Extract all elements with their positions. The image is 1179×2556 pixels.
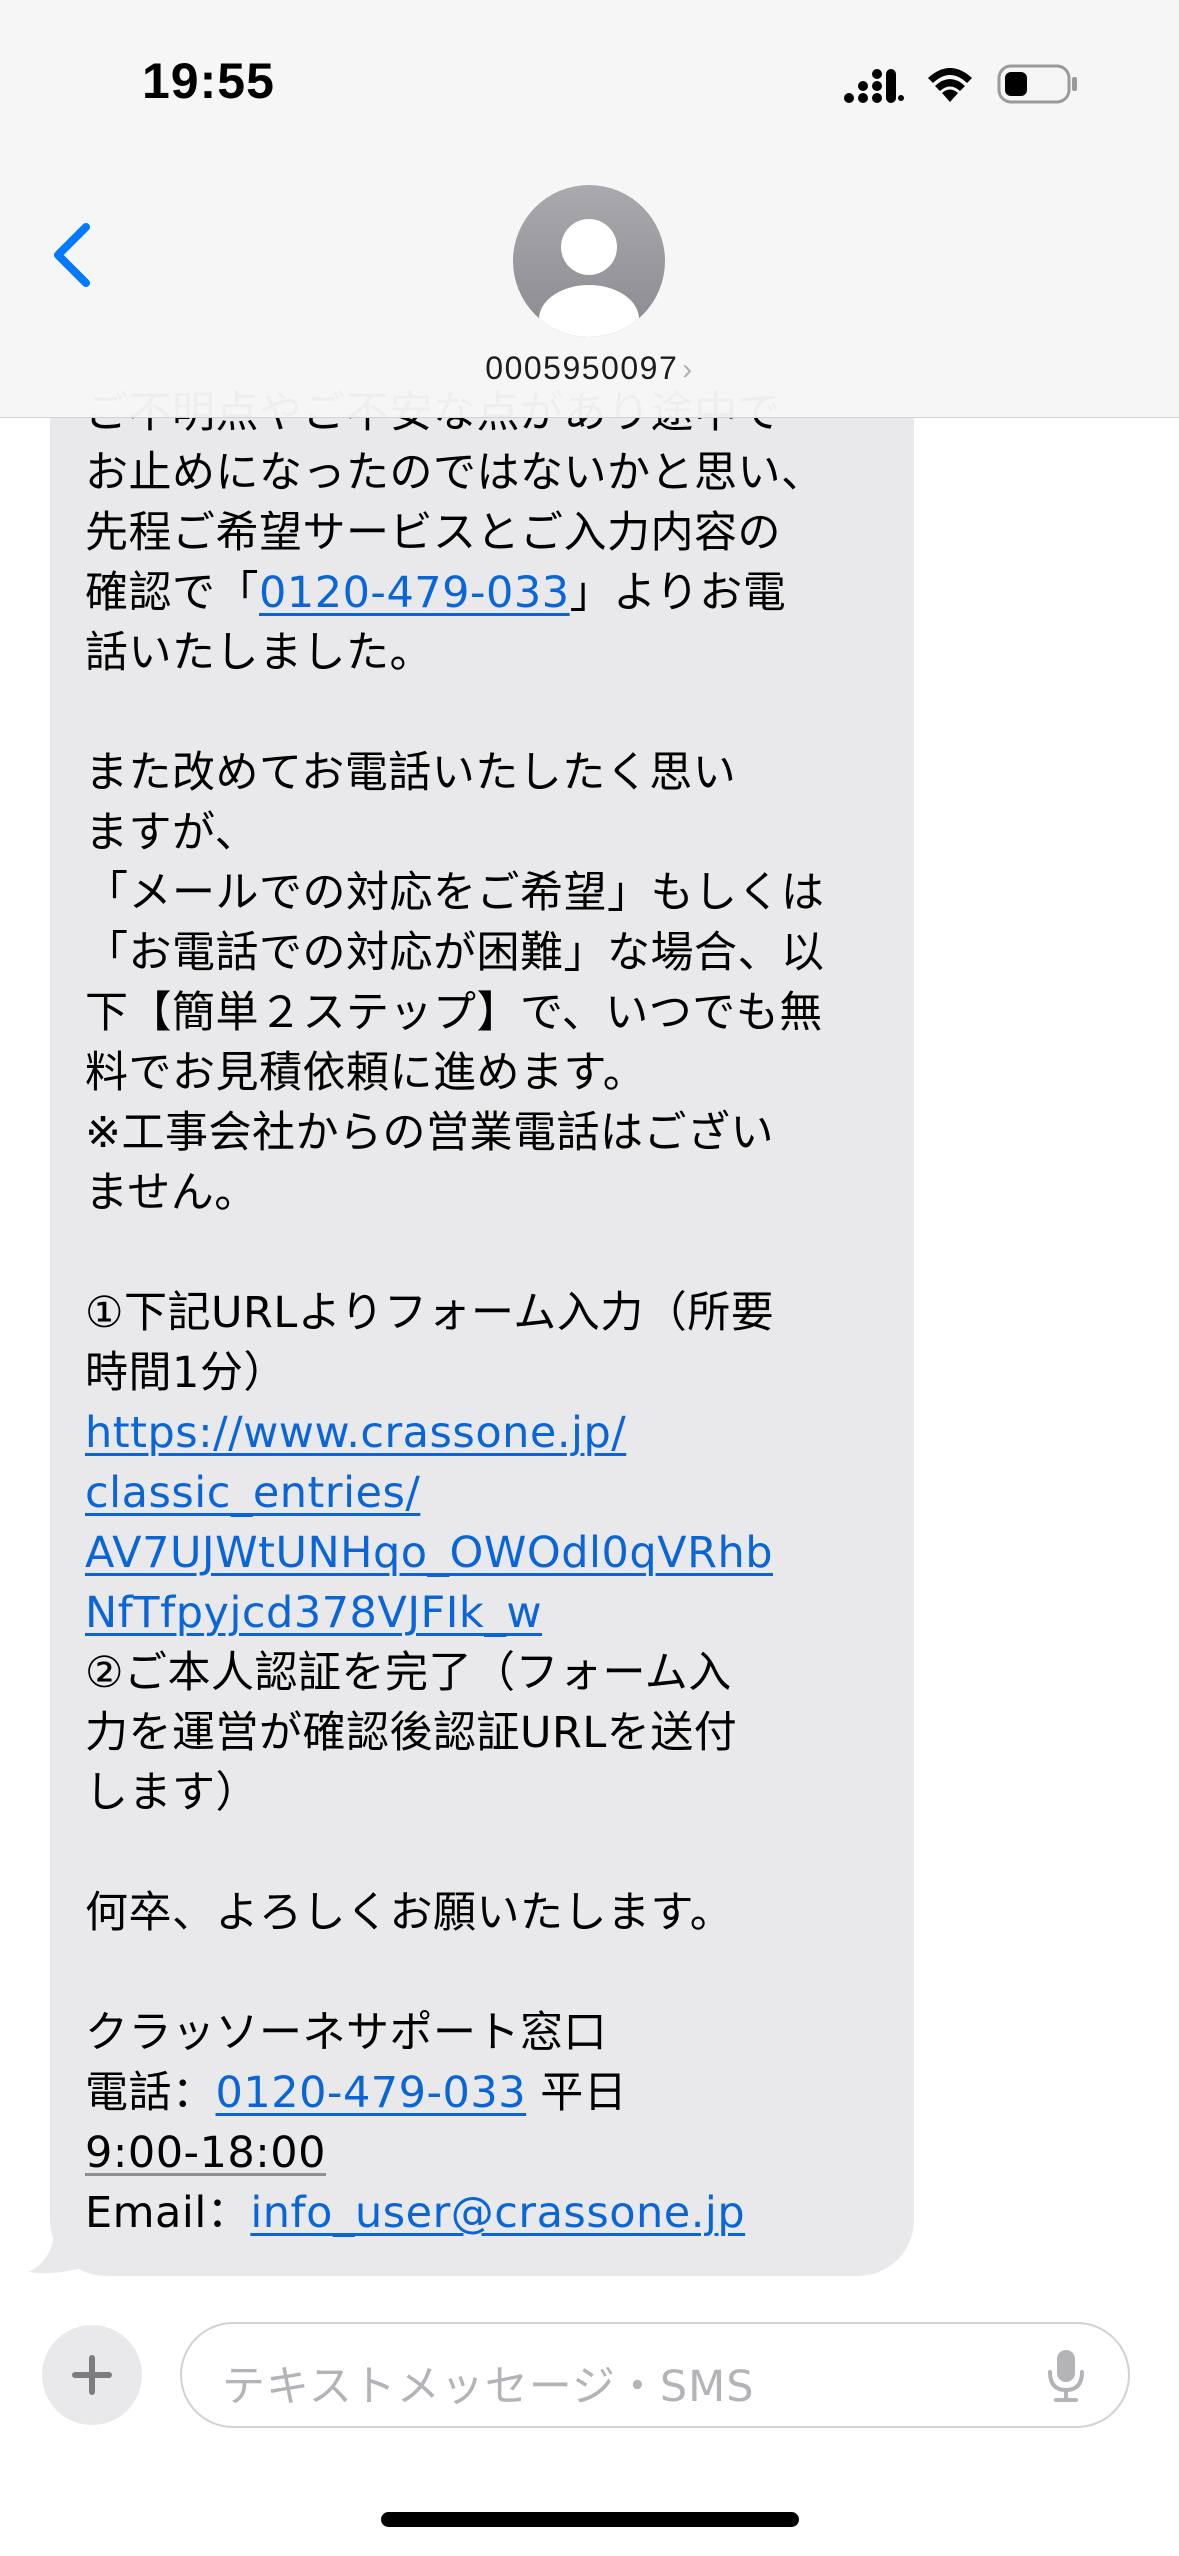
text: 」よりお電 <box>569 568 787 618</box>
message-line: 話いたしました。 <box>85 628 433 678</box>
phone-link[interactable]: 0120-479-033 <box>259 568 570 618</box>
message-input[interactable]: テキストメッセージ・SMS <box>180 2322 1130 2428</box>
message-line: 料でお見積依頼に進めます。 <box>85 1048 647 1098</box>
text: 電話： <box>85 2068 216 2118</box>
text: Email： <box>85 2188 251 2238</box>
message-line: 「メールでの対応をご希望」もしくは <box>85 868 825 918</box>
email-line: Email：info_user@crassone.jp <box>85 2183 905 2243</box>
message-line: ②ご本人認証を完了（フォーム入 <box>85 1648 732 1698</box>
message-line: 下【簡単２ステップ】で、いつでも無 <box>85 988 823 1038</box>
phone-link[interactable]: 0120-479-033 <box>216 2068 527 2118</box>
url-link[interactable]: NfTfpyjcd378VJFIk_w <box>85 1588 542 1638</box>
chevron-right-icon: › <box>682 353 694 386</box>
hours-detected-time[interactable]: 9:00-18:00 <box>85 2128 326 2178</box>
message-line: また改めてお電話いたしたく思い <box>85 748 737 798</box>
plus-icon <box>72 2355 112 2395</box>
url-link[interactable]: https://www.crassone.jp/ <box>85 1408 626 1458</box>
microphone-icon[interactable] <box>1044 2346 1088 2406</box>
contact-number: 0005950097 <box>485 350 679 386</box>
battery-icon <box>997 64 1077 104</box>
message-line: 時間1分） <box>85 1348 287 1398</box>
tel-line: 電話：0120-479-033 平日 <box>85 2063 905 2123</box>
contact-name[interactable]: 0005950097 › <box>0 350 1179 387</box>
text: 平日 <box>526 2068 628 2118</box>
message-line: 力を運営が確認後認証URLを送付 <box>85 1708 738 1758</box>
status-bar: 19:55 <box>0 0 1179 150</box>
url-link[interactable]: AV7UJWtUNHqo_OWOdl0qVRhb <box>85 1528 773 1578</box>
signature: クラッソーネサポート窓口 <box>85 2008 607 2058</box>
message-line: 何卒、よろしくお願いたします。 <box>85 1888 734 1938</box>
back-chevron-icon[interactable] <box>40 215 110 295</box>
message-line: 「お電話での対応が困難」な場合、以 <box>85 928 825 978</box>
message-text: ご不明点やご不安な点があり途中で お止めになったのではないかと思い、 先程ご希望… <box>85 383 905 2243</box>
message-line-call: 確認で「0120-479-033」よりお電 <box>85 563 905 623</box>
message-line: ※工事会社からの営業電話はござい <box>85 1108 775 1158</box>
text: 確認で「 <box>85 568 259 618</box>
status-time: 19:55 <box>142 53 275 109</box>
message-line: 先程ご希望サービスとご入力内容の <box>85 508 781 558</box>
contact-avatar-icon[interactable] <box>513 185 665 337</box>
message-line: お止めになったのではないかと思い、 <box>85 448 825 498</box>
input-placeholder: テキストメッセージ・SMS <box>222 2362 755 2412</box>
message-line: ますが、 <box>85 808 259 858</box>
conversation-header: 19:55 0005950097 › <box>0 0 1179 418</box>
message-line: します） <box>85 1768 259 1818</box>
home-indicator[interactable] <box>381 2512 799 2527</box>
url-link[interactable]: classic_entries/ <box>85 1468 420 1518</box>
wifi-icon <box>928 68 972 102</box>
plus-button[interactable] <box>42 2325 142 2425</box>
cellular-signal-icon <box>844 69 904 103</box>
message-line: ません。 <box>85 1168 258 1218</box>
email-link[interactable]: info_user@crassone.jp <box>250 2188 745 2238</box>
message-line: ①下記URLよりフォーム入力（所要 <box>85 1288 775 1338</box>
